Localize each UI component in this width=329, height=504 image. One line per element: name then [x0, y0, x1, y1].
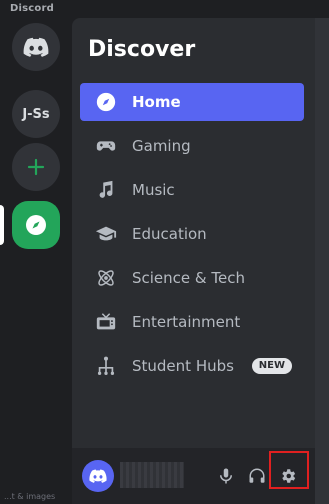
nav-item-label: Student Hubs	[132, 357, 234, 375]
controller-icon	[94, 134, 118, 158]
deafen-button[interactable]	[245, 464, 269, 488]
avatar[interactable]	[82, 460, 114, 492]
discord-logo-icon	[23, 37, 49, 57]
new-badge: NEW	[251, 358, 292, 374]
mute-button[interactable]	[214, 464, 238, 488]
microphone-icon	[220, 468, 232, 484]
main-content-edge	[315, 18, 329, 504]
nav-item-science-tech[interactable]: Science & Tech	[80, 259, 304, 297]
hub-icon	[94, 354, 118, 378]
page-title: Discover	[88, 37, 196, 62]
plus-icon	[27, 158, 45, 176]
nav-item-home[interactable]: Home	[80, 83, 304, 121]
settings-highlight-box	[269, 451, 309, 489]
tv-icon	[94, 310, 118, 334]
nav-item-label: Entertainment	[132, 313, 241, 331]
nav-item-label: Education	[132, 225, 207, 243]
server-button[interactable]: J-Ss	[12, 90, 60, 138]
username-redacted[interactable]	[120, 462, 184, 488]
nav-item-education[interactable]: Education	[80, 215, 304, 253]
selected-indicator	[0, 205, 4, 245]
discord-logo-icon	[89, 469, 107, 483]
nav-item-label: Music	[132, 181, 175, 199]
atom-icon	[94, 266, 118, 290]
headphones-icon	[249, 468, 265, 483]
bottom-hint-text: ...t & images	[4, 492, 56, 501]
explore-button[interactable]	[12, 201, 60, 249]
music-note-icon	[94, 178, 118, 202]
compass-icon	[94, 90, 118, 114]
title-bar: Discord	[0, 0, 329, 18]
nav-item-label: Science & Tech	[132, 269, 245, 287]
nav-item-entertainment[interactable]: Entertainment	[80, 303, 304, 341]
compass-icon	[26, 215, 46, 235]
app-title: Discord	[10, 3, 54, 14]
server-label: J-Ss	[22, 106, 50, 122]
server-rail: J-Ss	[0, 18, 72, 504]
nav-item-gaming[interactable]: Gaming	[80, 127, 304, 165]
nav-item-label: Gaming	[132, 137, 191, 155]
nav-item-label: Home	[132, 93, 181, 111]
graduation-cap-icon	[94, 222, 118, 246]
add-server-button[interactable]	[12, 143, 60, 191]
home-button[interactable]	[12, 23, 60, 71]
discover-sidebar: Discover Home Gaming Music Education Sci…	[72, 18, 315, 504]
nav-item-student-hubs[interactable]: Student Hubs NEW	[80, 347, 304, 385]
nav-item-music[interactable]: Music	[80, 171, 304, 209]
